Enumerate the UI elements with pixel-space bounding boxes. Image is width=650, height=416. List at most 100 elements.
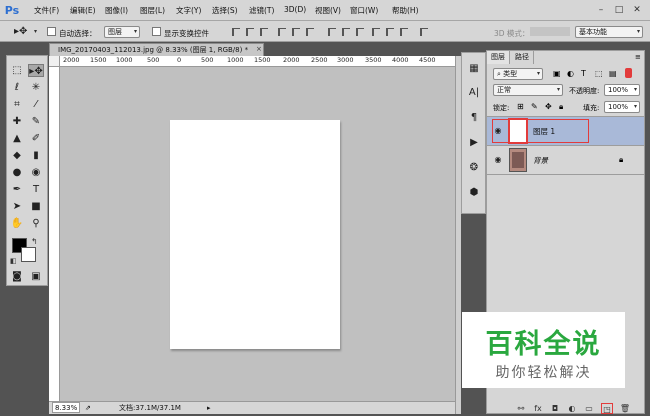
ruler-origin[interactable] <box>49 56 60 67</box>
align-hcenter-icon[interactable] <box>292 28 300 36</box>
layer-name[interactable]: 图层 1 <box>533 126 555 137</box>
dodge-tool-icon[interactable]: ◉ <box>28 166 44 179</box>
menu-3d[interactable]: 3D(D) <box>284 5 306 14</box>
marquee-tool-icon[interactable]: ⬚ <box>9 64 25 77</box>
close-button[interactable]: ✕ <box>630 3 644 17</box>
3d-panel-icon[interactable]: ⬢ <box>467 186 481 200</box>
delete-layer-icon[interactable]: 🗑︎ <box>619 403 631 414</box>
menu-window[interactable]: 窗口(W) <box>350 5 378 16</box>
distribute-vcenter-icon[interactable] <box>342 28 350 36</box>
fill-field[interactable]: 100% ▾ <box>604 101 640 113</box>
menu-type[interactable]: 文字(Y) <box>176 5 201 16</box>
distribute-right-icon[interactable] <box>400 28 408 36</box>
maximize-button[interactable]: □ <box>612 3 626 17</box>
status-menu-icon[interactable]: ▸ <box>207 402 211 414</box>
eraser-tool-icon[interactable]: ◆ <box>9 149 25 162</box>
document-canvas[interactable] <box>170 120 340 349</box>
tool-preset-dropdown-icon[interactable]: ▾ <box>34 28 37 35</box>
lasso-tool-icon[interactable]: ℓ <box>9 81 25 94</box>
menu-edit[interactable]: 编辑(E) <box>70 5 96 16</box>
brush-presets-panel-icon[interactable]: ❂ <box>467 161 481 175</box>
filter-toggle-icon[interactable] <box>625 68 632 78</box>
tab-paths[interactable]: 路径 <box>511 51 534 64</box>
adjustment-layer-icon[interactable]: ◐ <box>566 403 578 414</box>
distribute-hcenter-icon[interactable] <box>386 28 394 36</box>
actions-panel-icon[interactable]: ▶ <box>467 136 481 150</box>
layer-row-background[interactable]: ◉ 背景 🔒︎ <box>487 146 644 175</box>
layer-name[interactable]: 背景 <box>533 155 548 166</box>
align-vcenter-icon[interactable] <box>246 28 254 36</box>
opacity-field[interactable]: 100% ▾ <box>604 84 640 96</box>
document-tab[interactable]: IMG_20170403_112013.jpg @ 8.33% (图层 1, R… <box>49 43 264 56</box>
add-mask-icon[interactable]: ◘ <box>549 403 561 414</box>
move-tool-icon[interactable]: ▸✥ <box>14 26 27 37</box>
layer-row-layer1[interactable]: ◉ 图层 1 <box>487 117 644 146</box>
close-tab-icon[interactable]: × <box>256 45 262 53</box>
show-transform-checkbox[interactable] <box>152 27 161 36</box>
zoom-tool-icon[interactable]: ⚲ <box>28 217 44 230</box>
eyedropper-tool-icon[interactable]: ⁄ <box>28 98 44 111</box>
visibility-eye-icon[interactable]: ◉ <box>493 155 503 165</box>
history-panel-icon[interactable]: ▦ <box>467 62 481 76</box>
layer-filter-dropdown[interactable]: ⌕ 类型 ▾ <box>493 68 543 80</box>
lock-all-icon[interactable]: 🔒︎ <box>559 102 563 112</box>
filter-smart-object-icon[interactable]: ▤ <box>609 69 617 78</box>
auto-select-dropdown[interactable]: 图层 ▾ <box>104 26 140 38</box>
menu-filter[interactable]: 滤镜(T) <box>249 5 274 16</box>
healing-brush-tool-icon[interactable]: ✚ <box>9 115 25 128</box>
link-layers-icon[interactable]: ⚯ <box>515 403 527 414</box>
default-colors-icon[interactable]: ◧ <box>10 257 17 265</box>
menu-view[interactable]: 视图(V) <box>315 5 341 16</box>
distribute-top-icon[interactable] <box>328 28 336 36</box>
menu-help[interactable]: 帮助(H) <box>392 5 419 16</box>
gradient-tool-icon[interactable]: ▮ <box>28 149 44 162</box>
auto-select-checkbox[interactable] <box>47 27 56 36</box>
magic-wand-tool-icon[interactable]: ✳ <box>28 81 44 94</box>
lock-move-icon[interactable]: ✥ <box>545 102 552 111</box>
distribute-left-icon[interactable] <box>372 28 380 36</box>
history-brush-tool-icon[interactable]: ✐ <box>28 132 44 145</box>
quick-mask-icon[interactable]: ◙ <box>9 270 25 283</box>
align-top-icon[interactable] <box>232 28 240 36</box>
layer-style-icon[interactable]: fx <box>532 403 544 414</box>
distribute-bottom-icon[interactable] <box>356 28 364 36</box>
lock-transparent-icon[interactable]: ⊞ <box>517 102 524 111</box>
blur-tool-icon[interactable]: ● <box>9 166 25 179</box>
tab-layers[interactable]: 图层 <box>487 51 510 64</box>
auto-align-icon[interactable] <box>420 28 428 36</box>
paragraph-panel-icon[interactable]: ¶ <box>467 111 481 125</box>
align-bottom-icon[interactable] <box>260 28 268 36</box>
filter-type-icon[interactable]: T <box>581 69 586 78</box>
move-tool-icon[interactable]: ▸✥ <box>28 64 44 77</box>
crop-tool-icon[interactable]: ⌗ <box>9 98 25 111</box>
panel-menu-icon[interactable]: ≡ <box>635 53 641 61</box>
clone-stamp-tool-icon[interactable]: ▲ <box>9 132 25 145</box>
lock-brush-icon[interactable]: ✎ <box>531 102 538 111</box>
swap-colors-icon[interactable]: ↰ <box>31 237 38 246</box>
background-color-swatch[interactable] <box>21 247 36 262</box>
filter-adjustment-icon[interactable]: ◐ <box>567 69 574 78</box>
align-right-icon[interactable] <box>306 28 314 36</box>
menu-layer[interactable]: 图层(L) <box>140 5 165 16</box>
path-selection-tool-icon[interactable]: ➤ <box>9 200 25 213</box>
new-layer-icon[interactable]: ◳ <box>601 403 613 414</box>
brush-tool-icon[interactable]: ✎ <box>28 115 44 128</box>
rectangle-tool-icon[interactable]: ■ <box>28 200 44 213</box>
new-group-icon[interactable]: ▭ <box>583 403 595 414</box>
menu-file[interactable]: 文件(F) <box>34 5 59 16</box>
character-panel-icon[interactable]: A| <box>467 86 481 100</box>
filter-pixel-icon[interactable]: ▣ <box>553 69 561 78</box>
blend-mode-dropdown[interactable]: 正常 ▾ <box>493 84 563 96</box>
type-tool-icon[interactable]: T <box>28 183 44 196</box>
minimize-button[interactable]: – <box>594 3 608 17</box>
zoom-field[interactable]: 8.33% <box>52 402 81 413</box>
export-icon[interactable]: ⇗ <box>85 402 91 414</box>
pen-tool-icon[interactable]: ✒ <box>9 183 25 196</box>
workspace-dropdown[interactable]: 基本功能 ▾ <box>575 26 643 38</box>
screen-mode-icon[interactable]: ▣ <box>28 270 44 283</box>
align-left-icon[interactable] <box>278 28 286 36</box>
filter-shape-icon[interactable]: ⬚ <box>595 69 603 78</box>
hand-tool-icon[interactable]: ✋ <box>9 217 25 230</box>
menu-image[interactable]: 图像(I) <box>105 5 128 16</box>
menu-select[interactable]: 选择(S) <box>212 5 238 16</box>
